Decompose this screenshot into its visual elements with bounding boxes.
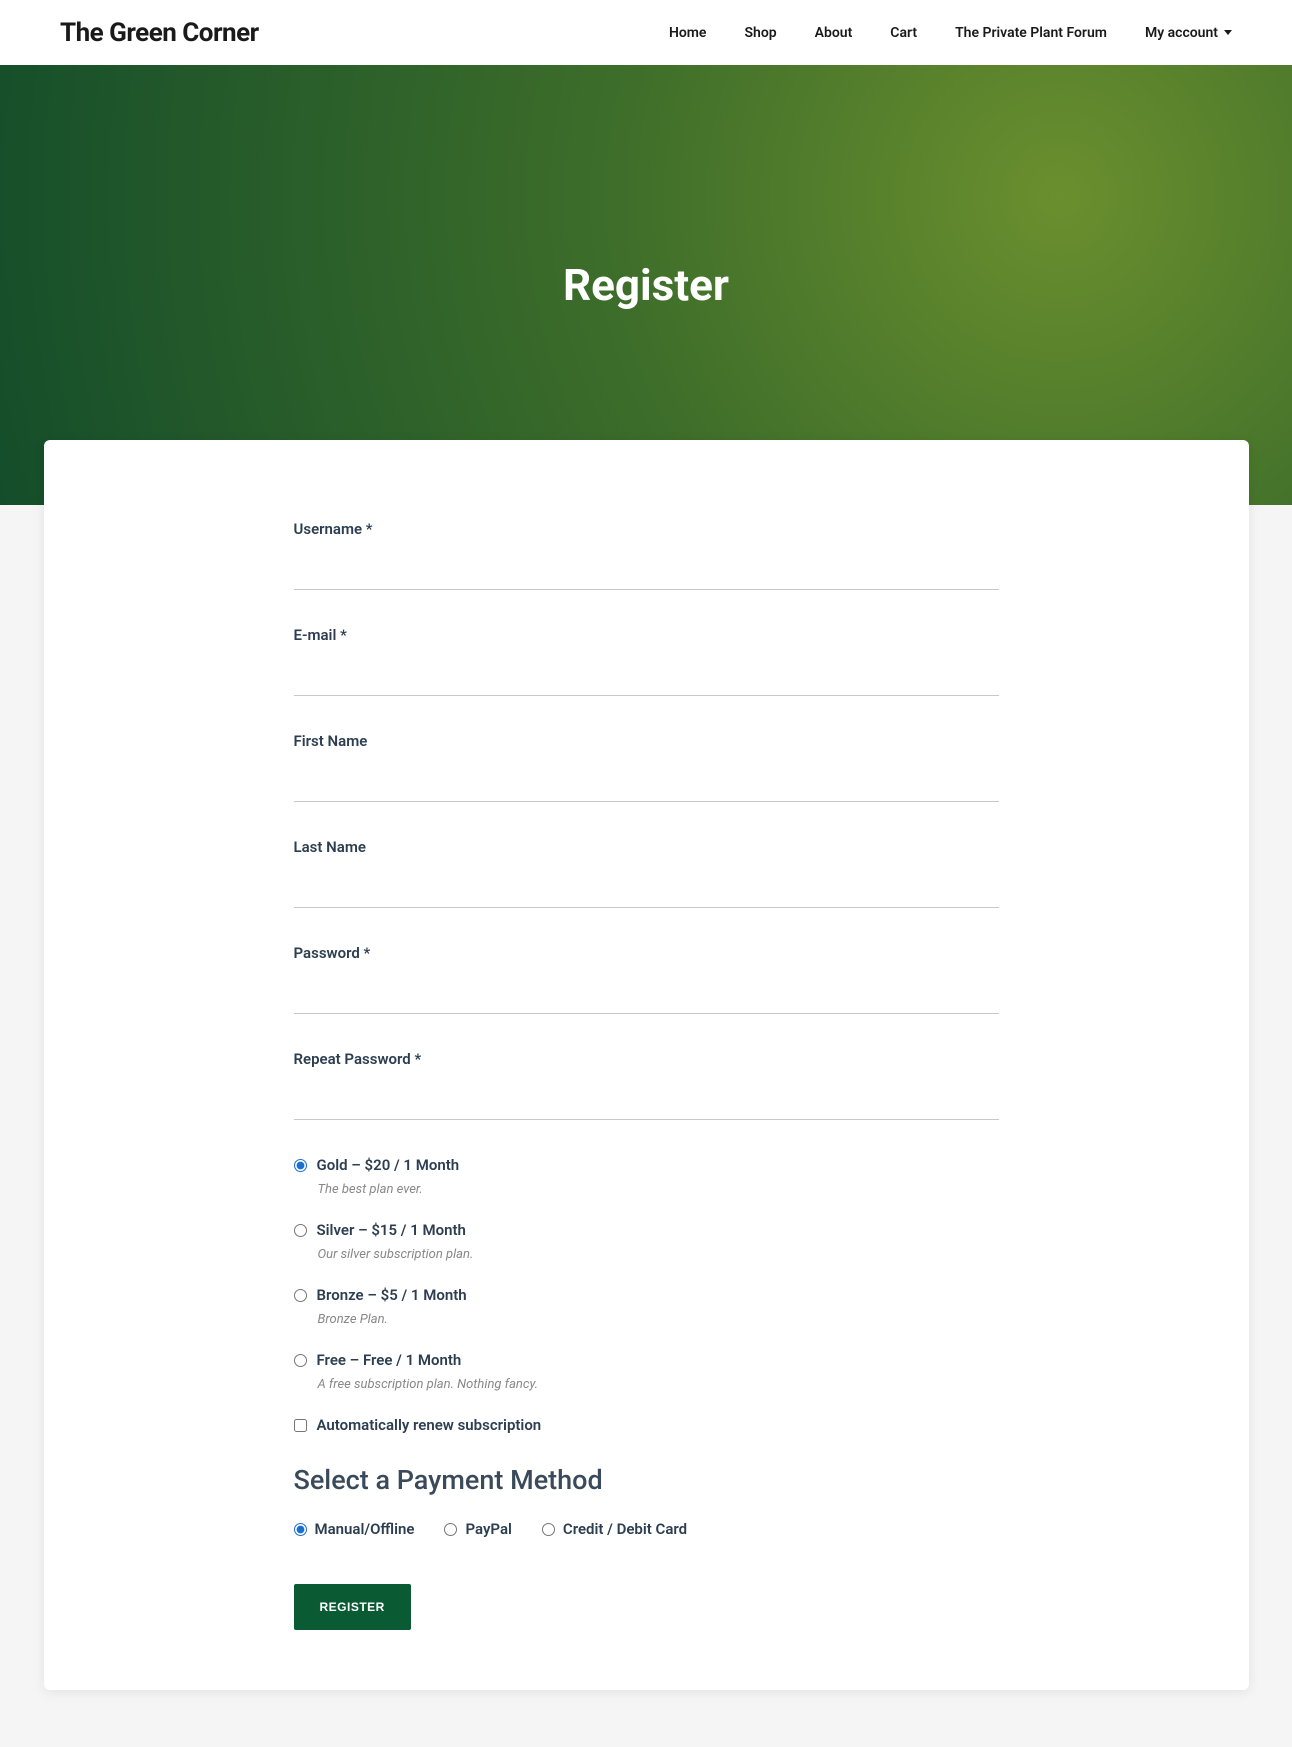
plan-option-gold: Gold – $20 / 1 Month The best plan ever.: [294, 1156, 999, 1197]
nav-account-label: My account: [1145, 25, 1218, 41]
input-username[interactable]: [294, 556, 999, 590]
plan-label-bronze[interactable]: Bronze – $5 / 1 Month: [317, 1286, 467, 1304]
plan-label-gold[interactable]: Gold – $20 / 1 Month: [317, 1156, 460, 1174]
field-firstname: First Name: [294, 732, 999, 802]
field-email: E-mail *: [294, 626, 999, 696]
label-password: Password *: [294, 944, 999, 962]
register-card: Username * E-mail * First Name Last Name…: [44, 440, 1249, 1690]
radio-payment-paypal[interactable]: [444, 1523, 457, 1536]
input-firstname[interactable]: [294, 768, 999, 802]
radio-plan-silver[interactable]: [294, 1224, 307, 1237]
plan-desc-silver: Our silver subscription plan.: [318, 1247, 999, 1262]
radio-payment-card[interactable]: [542, 1523, 555, 1536]
plan-label-silver[interactable]: Silver – $15 / 1 Month: [317, 1221, 466, 1239]
input-repeat-password[interactable]: [294, 1086, 999, 1120]
payment-label-manual: Manual/Offline: [315, 1520, 415, 1538]
site-brand: The Green Corner: [60, 18, 259, 48]
plan-label-free[interactable]: Free – Free / 1 Month: [317, 1351, 462, 1369]
plan-option-bronze: Bronze – $5 / 1 Month Bronze Plan.: [294, 1286, 999, 1327]
payment-option-paypal[interactable]: PayPal: [444, 1520, 511, 1538]
auto-renew-row: Automatically renew subscription: [294, 1416, 999, 1434]
plan-option-free: Free – Free / 1 Month A free subscriptio…: [294, 1351, 999, 1392]
label-auto-renew[interactable]: Automatically renew subscription: [317, 1416, 542, 1434]
checkbox-auto-renew[interactable]: [294, 1419, 307, 1432]
nav-account[interactable]: My account: [1145, 25, 1232, 41]
caret-down-icon: [1224, 30, 1232, 35]
payment-heading: Select a Payment Method: [294, 1464, 999, 1496]
main-nav: Home Shop About Cart The Private Plant F…: [669, 25, 1232, 41]
register-button[interactable]: REGISTER: [294, 1584, 411, 1630]
plan-desc-gold: The best plan ever.: [318, 1182, 999, 1197]
label-firstname: First Name: [294, 732, 999, 750]
nav-cart[interactable]: Cart: [890, 25, 917, 41]
radio-plan-bronze[interactable]: [294, 1289, 307, 1302]
plan-option-silver: Silver – $15 / 1 Month Our silver subscr…: [294, 1221, 999, 1262]
plan-desc-bronze: Bronze Plan.: [318, 1312, 999, 1327]
radio-plan-gold[interactable]: [294, 1159, 307, 1172]
nav-about[interactable]: About: [815, 25, 853, 41]
payment-option-manual[interactable]: Manual/Offline: [294, 1520, 415, 1538]
input-lastname[interactable]: [294, 874, 999, 908]
nav-shop[interactable]: Shop: [744, 25, 776, 41]
label-email: E-mail *: [294, 626, 999, 644]
field-repeat-password: Repeat Password *: [294, 1050, 999, 1120]
input-email[interactable]: [294, 662, 999, 696]
nav-forum[interactable]: The Private Plant Forum: [955, 25, 1107, 41]
payment-methods: Manual/Offline PayPal Credit / Debit Car…: [294, 1520, 999, 1538]
nav-home[interactable]: Home: [669, 25, 707, 41]
label-username: Username *: [294, 520, 999, 538]
payment-label-card: Credit / Debit Card: [563, 1520, 687, 1538]
site-header: The Green Corner Home Shop About Cart Th…: [0, 0, 1292, 65]
input-password[interactable]: [294, 980, 999, 1014]
field-lastname: Last Name: [294, 838, 999, 908]
plan-desc-free: A free subscription plan. Nothing fancy.: [318, 1377, 999, 1392]
hero-banner: Register: [0, 65, 1292, 505]
radio-plan-free[interactable]: [294, 1354, 307, 1367]
label-lastname: Last Name: [294, 838, 999, 856]
field-username: Username *: [294, 520, 999, 590]
payment-option-card[interactable]: Credit / Debit Card: [542, 1520, 687, 1538]
radio-payment-manual[interactable]: [294, 1523, 307, 1536]
payment-label-paypal: PayPal: [465, 1520, 511, 1538]
page-title: Register: [563, 259, 729, 311]
register-form: Username * E-mail * First Name Last Name…: [274, 520, 1019, 1630]
label-repeat-password: Repeat Password *: [294, 1050, 999, 1068]
field-password: Password *: [294, 944, 999, 1014]
